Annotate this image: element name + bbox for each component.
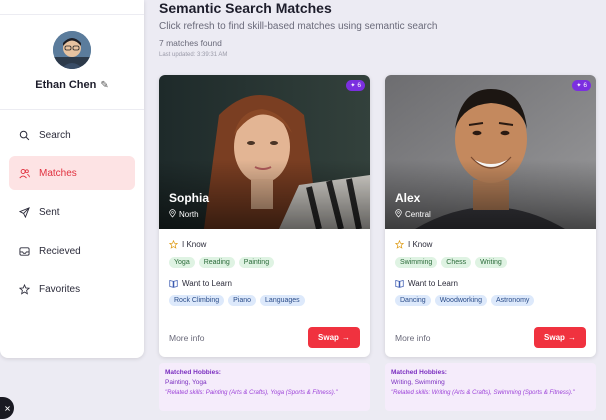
avatar[interactable] bbox=[53, 31, 91, 69]
match-score: 6 bbox=[357, 82, 361, 89]
location-pin-icon bbox=[395, 209, 402, 220]
skill-tag: Writing bbox=[475, 257, 507, 268]
profile-name-text: Ethan Chen bbox=[35, 79, 97, 91]
matched-related-skills: "Related skills: Writing (Arts & Crafts)… bbox=[391, 390, 575, 396]
skill-tag: Painting bbox=[238, 257, 275, 268]
skills-known-text: I Know bbox=[408, 240, 433, 249]
sidebar-item-label: Search bbox=[39, 129, 71, 141]
sidebar-top-divider bbox=[0, 14, 144, 15]
star-outline-icon bbox=[169, 240, 178, 249]
sidebar-divider bbox=[0, 109, 144, 110]
book-icon bbox=[395, 279, 404, 288]
skill-tag: Astronomy bbox=[490, 295, 535, 306]
sidebar-item-search[interactable]: Search bbox=[9, 118, 135, 152]
star-outline-icon bbox=[395, 240, 404, 249]
profile-location: Central bbox=[395, 209, 431, 220]
match-score: 6 bbox=[583, 82, 587, 89]
profile-name: Ethan Chen ✎ bbox=[0, 79, 144, 91]
location-text: Central bbox=[405, 210, 431, 219]
sidebar-item-label: Matches bbox=[39, 167, 77, 179]
match-card-alex: ✦ 6 Alex Central I Know Swimming Chess Wr… bbox=[385, 75, 596, 357]
matched-hobbies-heading: Matched Hobbies: bbox=[165, 369, 221, 376]
arrow-right-icon: → bbox=[341, 333, 350, 342]
skill-tag: Yoga bbox=[169, 257, 195, 268]
location-pin-icon bbox=[169, 209, 176, 220]
location-text: North bbox=[179, 210, 199, 219]
profile-location: North bbox=[169, 209, 199, 220]
skills-learn-tags: Rock Climbing Piano Languages bbox=[169, 295, 305, 306]
edit-pencil-icon[interactable]: ✎ bbox=[100, 80, 108, 91]
sidebar-item-label: Recieved bbox=[39, 245, 81, 257]
swap-button[interactable]: Swap → bbox=[534, 327, 586, 348]
avatar-image bbox=[53, 31, 91, 69]
sidebar-item-sent[interactable]: Sent bbox=[9, 195, 135, 229]
skills-known-label: I Know bbox=[395, 240, 432, 249]
skills-known-tags: Swimming Chess Writing bbox=[395, 257, 507, 268]
profile-photo bbox=[385, 75, 596, 229]
profile-card-name: Alex bbox=[395, 191, 421, 205]
skills-learn-label: Want to Learn bbox=[169, 279, 232, 288]
skill-tag: Woodworking bbox=[434, 295, 487, 306]
skills-learn-text: Want to Learn bbox=[182, 279, 232, 288]
sidebar-item-favorites[interactable]: Favorites bbox=[9, 272, 135, 306]
match-score-badge: ✦ 6 bbox=[346, 80, 365, 91]
matched-hobbies-values: Writing, Swimming bbox=[391, 379, 445, 386]
sidebar-item-recieved[interactable]: Recieved bbox=[9, 234, 135, 268]
skills-learn-label: Want to Learn bbox=[395, 279, 458, 288]
more-info-link[interactable]: More info bbox=[169, 333, 204, 343]
corner-logo-icon[interactable] bbox=[0, 397, 14, 419]
skill-tag: Reading bbox=[198, 257, 235, 268]
matched-related-skills: "Related skills: Painting (Arts & Crafts… bbox=[165, 390, 338, 396]
swap-button[interactable]: Swap → bbox=[308, 327, 360, 348]
book-icon bbox=[169, 279, 178, 288]
match-count: 7 matches found bbox=[159, 38, 222, 48]
more-info-link[interactable]: More info bbox=[395, 333, 430, 343]
sidebar-item-label: Favorites bbox=[39, 283, 81, 295]
skill-tag: Swimming bbox=[395, 257, 438, 268]
skills-learn-tags: Dancing Woodworking Astronomy bbox=[395, 295, 535, 306]
skill-tag: Piano bbox=[228, 295, 257, 306]
matched-hobbies-panel: Matched Hobbies: Writing, Swimming "Rela… bbox=[385, 363, 596, 411]
matched-hobbies-values: Painting, Yoga bbox=[165, 379, 207, 386]
skill-tag: Dancing bbox=[395, 295, 431, 306]
skill-tag: Rock Climbing bbox=[169, 295, 225, 306]
skills-learn-text: Want to Learn bbox=[408, 279, 458, 288]
users-icon bbox=[19, 168, 30, 179]
matched-hobbies-heading: Matched Hobbies: bbox=[391, 369, 447, 376]
page-title: Semantic Search Matches bbox=[159, 0, 332, 16]
inbox-icon bbox=[19, 246, 30, 257]
skill-tag: Chess bbox=[441, 257, 472, 268]
swap-label: Swap bbox=[544, 333, 565, 342]
skills-known-label: I Know bbox=[169, 240, 206, 249]
match-card-sophia: ✦ 6 Sophia North I Know Yoga Reading Pain… bbox=[159, 75, 370, 357]
sidebar-item-matches[interactable]: Matches bbox=[9, 156, 135, 190]
sparkle-icon: ✦ bbox=[350, 83, 356, 89]
matched-hobbies-panel: Matched Hobbies: Painting, Yoga "Related… bbox=[159, 363, 370, 411]
profile-photo bbox=[159, 75, 370, 229]
page-subtitle: Click refresh to find skill-based matche… bbox=[159, 21, 438, 32]
match-score-badge: ✦ 6 bbox=[572, 80, 591, 91]
skills-known-text: I Know bbox=[182, 240, 207, 249]
swap-label: Swap bbox=[318, 333, 339, 342]
sparkle-icon: ✦ bbox=[576, 83, 582, 89]
search-icon bbox=[19, 130, 30, 141]
last-updated: Last updated: 3:39:31 AM bbox=[159, 52, 228, 58]
arrow-right-icon: → bbox=[567, 333, 576, 342]
skill-tag: Languages bbox=[260, 295, 305, 306]
sidebar: Ethan Chen ✎ Search Matches Sent Recieved… bbox=[0, 0, 144, 358]
skills-known-tags: Yoga Reading Painting bbox=[169, 257, 275, 268]
sidebar-item-label: Sent bbox=[39, 206, 60, 218]
profile-card-name: Sophia bbox=[169, 191, 210, 205]
star-icon bbox=[19, 283, 30, 295]
send-icon bbox=[19, 206, 30, 218]
